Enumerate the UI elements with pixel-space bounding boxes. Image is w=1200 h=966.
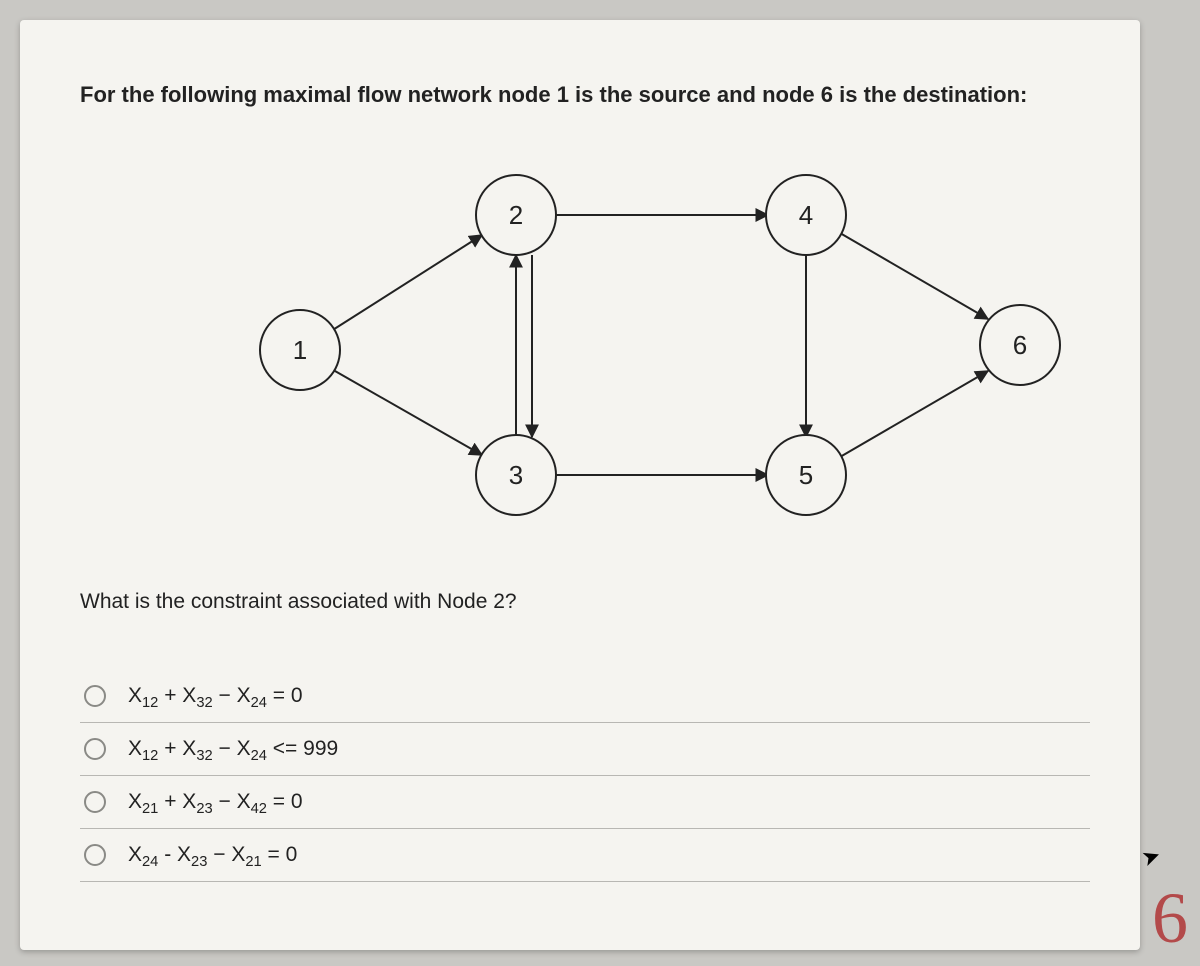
- svg-text:5: 5: [799, 460, 813, 490]
- node-5: 5: [766, 435, 846, 515]
- options-list: X12 + X32 − X24 = 0 X12 + X32 − X24 <= 9…: [80, 670, 1090, 882]
- node-6: 6: [980, 305, 1060, 385]
- option-text: X12 + X32 − X24 <= 999: [128, 737, 338, 761]
- page-number: 6: [1152, 877, 1188, 960]
- option-text: X21 + X23 − X42 = 0: [128, 790, 303, 814]
- svg-text:1: 1: [293, 335, 307, 365]
- node-4: 4: [766, 175, 846, 255]
- option-b[interactable]: X12 + X32 − X24 <= 999: [80, 723, 1090, 776]
- option-text: X24 - X23 − X21 = 0: [128, 843, 297, 867]
- option-d[interactable]: X24 - X23 − X21 = 0: [80, 829, 1090, 882]
- option-a[interactable]: X12 + X32 − X24 = 0: [80, 670, 1090, 723]
- radio-icon[interactable]: [84, 791, 106, 813]
- question-card: For the following maximal flow network n…: [20, 20, 1140, 950]
- radio-icon[interactable]: [84, 685, 106, 707]
- option-text: X12 + X32 − X24 = 0: [128, 684, 303, 708]
- radio-icon[interactable]: [84, 738, 106, 760]
- question-stem: For the following maximal flow network n…: [80, 80, 1030, 111]
- option-c[interactable]: X21 + X23 − X42 = 0: [80, 776, 1090, 829]
- node-2: 2: [476, 175, 556, 255]
- svg-text:6: 6: [1013, 330, 1027, 360]
- radio-icon[interactable]: [84, 844, 106, 866]
- cursor-icon: ➤: [1138, 842, 1164, 873]
- svg-text:3: 3: [509, 460, 523, 490]
- svg-text:4: 4: [799, 200, 813, 230]
- node-1: 1: [260, 310, 340, 390]
- node-3: 3: [476, 435, 556, 515]
- network-diagram: 1 2 3 4 5 6: [160, 155, 1080, 525]
- svg-text:2: 2: [509, 200, 523, 230]
- sub-question: What is the constraint associated with N…: [80, 590, 517, 614]
